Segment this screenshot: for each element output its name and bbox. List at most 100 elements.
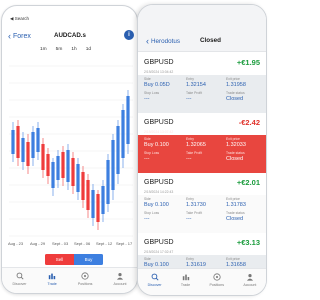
trade-status-value: Closed <box>226 96 244 102</box>
sell-button[interactable]: Sell <box>45 254 74 265</box>
trade-symbol: GBPUSD <box>144 179 174 186</box>
side-label: Side <box>144 197 151 201</box>
tab-label: Discover <box>12 282 27 286</box>
chevron-left-icon: ‹ <box>8 30 11 41</box>
page-title: Closed <box>200 37 221 44</box>
trade-status-label: Trade status <box>226 91 245 95</box>
tab-trade[interactable]: Trade <box>48 272 57 293</box>
exit-label: Exit price <box>226 77 240 81</box>
trade-date: 2/19/2024 17:02:47 <box>144 250 174 254</box>
timeframe-tab[interactable]: 5m <box>56 47 63 52</box>
positions-icon <box>81 272 89 280</box>
stop-loss-label: Stop Loss <box>144 91 160 95</box>
candle-body <box>11 130 15 154</box>
tab-label: Trade <box>47 282 57 286</box>
trade-pnl: +€2.01 <box>236 178 260 187</box>
candle-body <box>96 194 100 222</box>
entry-value: 1.32065 <box>186 142 206 148</box>
timeframe-tab[interactable]: 1h <box>71 47 76 52</box>
candle-body <box>61 152 65 178</box>
x-label: Aug - 23 <box>8 241 24 246</box>
tab-label: Positions <box>209 283 225 287</box>
candle-body <box>126 96 130 144</box>
buy-button[interactable]: Buy <box>74 254 103 265</box>
exit-value: 1.31958 <box>226 82 246 88</box>
tab-label: Discover <box>147 283 162 287</box>
tab-bar: Discover Trade Positions Account <box>138 268 266 295</box>
entry-value: 1.31730 <box>186 202 206 208</box>
stop-loss-value: --- <box>144 96 150 102</box>
trade-status-label: Trade status <box>226 211 245 215</box>
exit-label: Exit price <box>226 257 240 261</box>
trade-status-value: Closed <box>226 216 244 222</box>
entry-label: Entry <box>186 257 194 261</box>
candle-body <box>86 180 90 210</box>
trade-status-value: Closed <box>226 156 244 162</box>
take-profit-value: --- <box>186 156 192 162</box>
stop-loss-value: --- <box>144 156 150 162</box>
candle-body <box>41 144 45 170</box>
tab-account[interactable]: Account <box>243 273 256 295</box>
tab-positions[interactable]: Positions <box>209 273 224 295</box>
trade-pnl: +€1.95 <box>236 58 260 67</box>
chart-nav-bar: ‹ Forex AUDCAD.s i <box>8 29 134 43</box>
trade-symbol: GBPUSD <box>144 59 174 66</box>
side-value: Buy 0.05D <box>144 82 170 88</box>
side-label: Side <box>144 257 151 261</box>
tab-account[interactable]: Account <box>113 272 126 293</box>
trade-pnl: +€3.13 <box>236 238 260 247</box>
trade-pnl: -€2.42 <box>238 118 260 127</box>
x-label: Aug - 29 <box>30 241 46 246</box>
trade-card[interactable]: GBPUSD -€2.42 2/19/2024 13:07:42 Side Buy 0.… <box>138 113 266 173</box>
positions-icon <box>213 273 221 281</box>
candle-body <box>111 140 115 190</box>
tab-discover[interactable]: Discover <box>13 272 27 293</box>
candle-body <box>106 160 110 204</box>
trade-icon <box>48 273 56 280</box>
trade-symbol: GBPUSD <box>144 119 174 126</box>
timeframe-tab[interactable]: 1m <box>40 47 47 52</box>
candle-body <box>56 156 60 180</box>
exit-value: 1.31783 <box>226 202 246 208</box>
candle-body <box>46 154 50 176</box>
entry-label: Entry <box>186 137 194 141</box>
trade-card[interactable]: GBPUSD +€2.01 2/19/2024 14:22:43 Side Buy 0.… <box>138 173 266 233</box>
exit-value: 1.32033 <box>226 142 246 148</box>
search-icon <box>151 273 159 281</box>
candles <box>11 90 130 230</box>
candlestick-chart[interactable] <box>9 62 133 238</box>
trade-date: 2/19/2024 14:22:43 <box>144 190 174 194</box>
back-button[interactable]: ‹ Herodotus <box>146 37 180 46</box>
trade-icon <box>182 274 189 281</box>
trade-card[interactable]: GBPUSD +€1.95 2/19/2024 13:04:42 Side Buy 0.… <box>138 53 266 113</box>
x-label: Sept - 12 <box>96 241 113 246</box>
side-label: Side <box>144 137 151 141</box>
trade-symbol: GBPUSD <box>144 239 174 246</box>
candle-body <box>16 126 20 158</box>
tab-trade[interactable]: Trade <box>181 273 190 295</box>
status-search[interactable]: ◀ Search <box>10 16 29 22</box>
chart-phone: ◀ Search ‹ Forex AUDCAD.s i 1m 5m 1h 1d … <box>1 5 138 294</box>
stop-loss-label: Stop Loss <box>144 211 160 215</box>
candle-body <box>26 142 30 166</box>
stop-loss-value: --- <box>144 216 150 222</box>
back-label: Herodotus <box>151 38 181 45</box>
x-label: Sept - 17 <box>116 241 133 246</box>
candle-body <box>36 128 40 152</box>
back-button[interactable]: ‹ Forex <box>8 30 31 41</box>
tab-positions[interactable]: Positions <box>78 272 92 293</box>
side-value: Buy 0.100 <box>144 202 169 208</box>
positions-phone: ‹ Herodotus Closed GBPUSD +€1.95 2/19/2024… <box>137 4 267 296</box>
timeframe-tab[interactable]: 1d <box>86 47 91 52</box>
take-profit-label: Take Profit <box>186 151 203 155</box>
candle-body <box>51 162 55 188</box>
entry-label: Entry <box>186 77 194 81</box>
info-icon[interactable]: i <box>124 30 134 40</box>
account-icon <box>246 274 253 281</box>
trade-buttons: Sell Buy <box>45 254 103 265</box>
trade-status-label: Trade status <box>226 151 245 155</box>
take-profit-value: --- <box>186 216 192 222</box>
tab-discover[interactable]: Discover <box>148 273 162 295</box>
closed-trades-list: GBPUSD +€1.95 2/19/2024 13:04:42 Side Buy 0.… <box>138 53 266 293</box>
x-label: Sept - 06 <box>74 241 91 246</box>
